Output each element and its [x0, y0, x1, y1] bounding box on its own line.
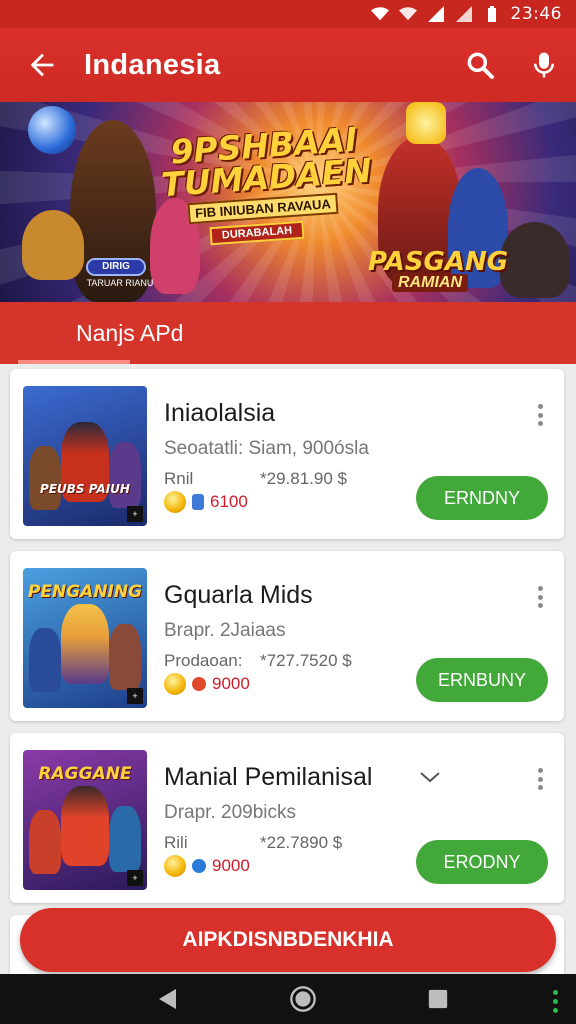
chevron-down-icon[interactable] — [418, 769, 442, 785]
app-bar: Indanesia — [0, 28, 576, 102]
price-label: Rnil — [164, 469, 194, 488]
status-bar: 23:46 — [0, 0, 576, 28]
thumb-figure — [109, 806, 141, 872]
banner-pet-left — [22, 210, 84, 280]
wifi-icon — [370, 7, 389, 21]
rating-row: 6100 — [164, 491, 248, 513]
rating-value: 9000 — [212, 856, 250, 875]
app-name: Manial Pemilanisal — [164, 763, 373, 791]
rating-row: 9000 — [164, 673, 250, 695]
circle-home-icon — [290, 986, 316, 1012]
price-label: Prodaoan: — [164, 651, 243, 670]
banner-headline: 9PSHBAAI TUMADAEN — [159, 119, 373, 205]
clock: 23:46 — [510, 4, 562, 24]
thumb-figure — [61, 604, 109, 684]
age-rating-icon: + — [127, 870, 143, 886]
app-price-row: Rnil *29.81.90 $ — [164, 469, 347, 489]
list-item[interactable]: PENGANING + Gquarla Mids Brapr. 2Jaiaas … — [10, 551, 564, 721]
thumb-figure — [61, 786, 109, 866]
nav-recents-button[interactable] — [418, 979, 458, 1019]
app-name: Gquarla Mids — [164, 581, 313, 609]
voice-search-button[interactable] — [512, 28, 576, 102]
banner-pill: DIRIG — [86, 258, 146, 276]
nav-home-button[interactable] — [283, 979, 323, 1019]
more-options-button[interactable] — [528, 401, 552, 429]
app-thumbnail: PENGANING + — [23, 568, 147, 708]
main-action-button[interactable]: AIPKDISNBDENKHIA — [20, 908, 556, 972]
list-item[interactable]: PEUBS PAIUH + Iniaolalsia Seoatatli: Sia… — [10, 369, 564, 539]
emoji-icon — [164, 855, 186, 877]
install-button[interactable]: ERODNY — [416, 840, 548, 884]
signal-icon — [398, 7, 417, 21]
banner-logo: PASGANG — [368, 247, 509, 277]
price-label: Rili — [164, 833, 188, 852]
banner-globe — [28, 106, 76, 154]
signal-icon — [427, 6, 444, 22]
age-rating-icon: + — [127, 506, 143, 522]
nav-back-button[interactable] — [148, 979, 188, 1019]
arrow-left-icon — [30, 53, 54, 77]
tab-bar: Nanjs APd — [0, 302, 576, 364]
thumb-figure — [29, 810, 61, 874]
thumb-title: PEUBS PAIUH — [40, 482, 130, 496]
thumb-title: PENGANING — [27, 582, 143, 602]
banner-creature — [500, 222, 570, 298]
banner-logo-sub: RAMIAN — [392, 274, 468, 292]
list-item[interactable]: RAGGANE + Manial Pemilanisal Drapr. 209b… — [10, 733, 564, 903]
gem-icon — [192, 494, 204, 510]
back-button[interactable] — [0, 28, 84, 102]
app-thumbnail: PEUBS PAIUH + — [23, 386, 147, 526]
coin-icon — [164, 491, 186, 513]
banner-trophy — [406, 102, 446, 144]
thumb-figure — [29, 446, 61, 510]
search-icon — [467, 52, 494, 79]
thumb-figure — [109, 442, 141, 508]
thumb-figure — [29, 628, 61, 692]
thumb-title: RAGGANE — [38, 764, 132, 784]
app-price-row: Prodaoan: *727.7520 $ — [164, 651, 352, 671]
app-thumbnail: RAGGANE + — [23, 750, 147, 890]
more-options-button[interactable] — [528, 583, 552, 611]
gem-icon — [192, 677, 206, 691]
app-meta: Drapr. 209bicks — [164, 802, 297, 823]
app-name: Iniaolalsia — [164, 399, 276, 427]
price-value: *727.7520 $ — [260, 651, 352, 670]
rating-row: 9000 — [164, 855, 250, 877]
app-meta: Brapr. 2Jaiaas — [164, 620, 286, 641]
microphone-icon — [534, 52, 554, 78]
gem-icon — [192, 859, 206, 873]
tab-apps[interactable]: Nanjs APd — [76, 320, 183, 347]
more-vert-icon[interactable] — [553, 990, 558, 1013]
install-button[interactable]: ERNBUNY — [416, 658, 548, 702]
page-title: Indanesia — [84, 48, 221, 81]
search-button[interactable] — [448, 28, 512, 102]
emoji-icon — [164, 673, 186, 695]
thumb-figure — [109, 624, 141, 690]
banner-pill-caption: TARUAR RIANU — [86, 278, 154, 288]
price-value: *22.7890 $ — [260, 833, 343, 852]
age-rating-icon: + — [127, 688, 143, 704]
signal-icon — [455, 6, 472, 22]
app-list: PEUBS PAIUH + Iniaolalsia Seoatatli: Sia… — [0, 364, 576, 995]
rating-value: 6100 — [210, 492, 248, 511]
promo-banner[interactable]: 9PSHBAAI TUMADAEN FIB INIUBAN RAVAUA DUR… — [0, 102, 576, 302]
system-nav-bar — [0, 974, 576, 1024]
app-meta: Seoatatli: Siam, 900ósla — [164, 438, 369, 459]
more-options-button[interactable] — [528, 765, 552, 793]
square-recents-icon — [429, 989, 448, 1009]
app-price-row: Rili *22.7890 $ — [164, 833, 342, 853]
price-value: *29.81.90 $ — [260, 469, 347, 488]
triangle-back-icon — [158, 989, 176, 1009]
install-button[interactable]: ERNDNY — [416, 476, 548, 520]
battery-icon — [487, 6, 496, 22]
rating-value: 9000 — [212, 674, 250, 693]
